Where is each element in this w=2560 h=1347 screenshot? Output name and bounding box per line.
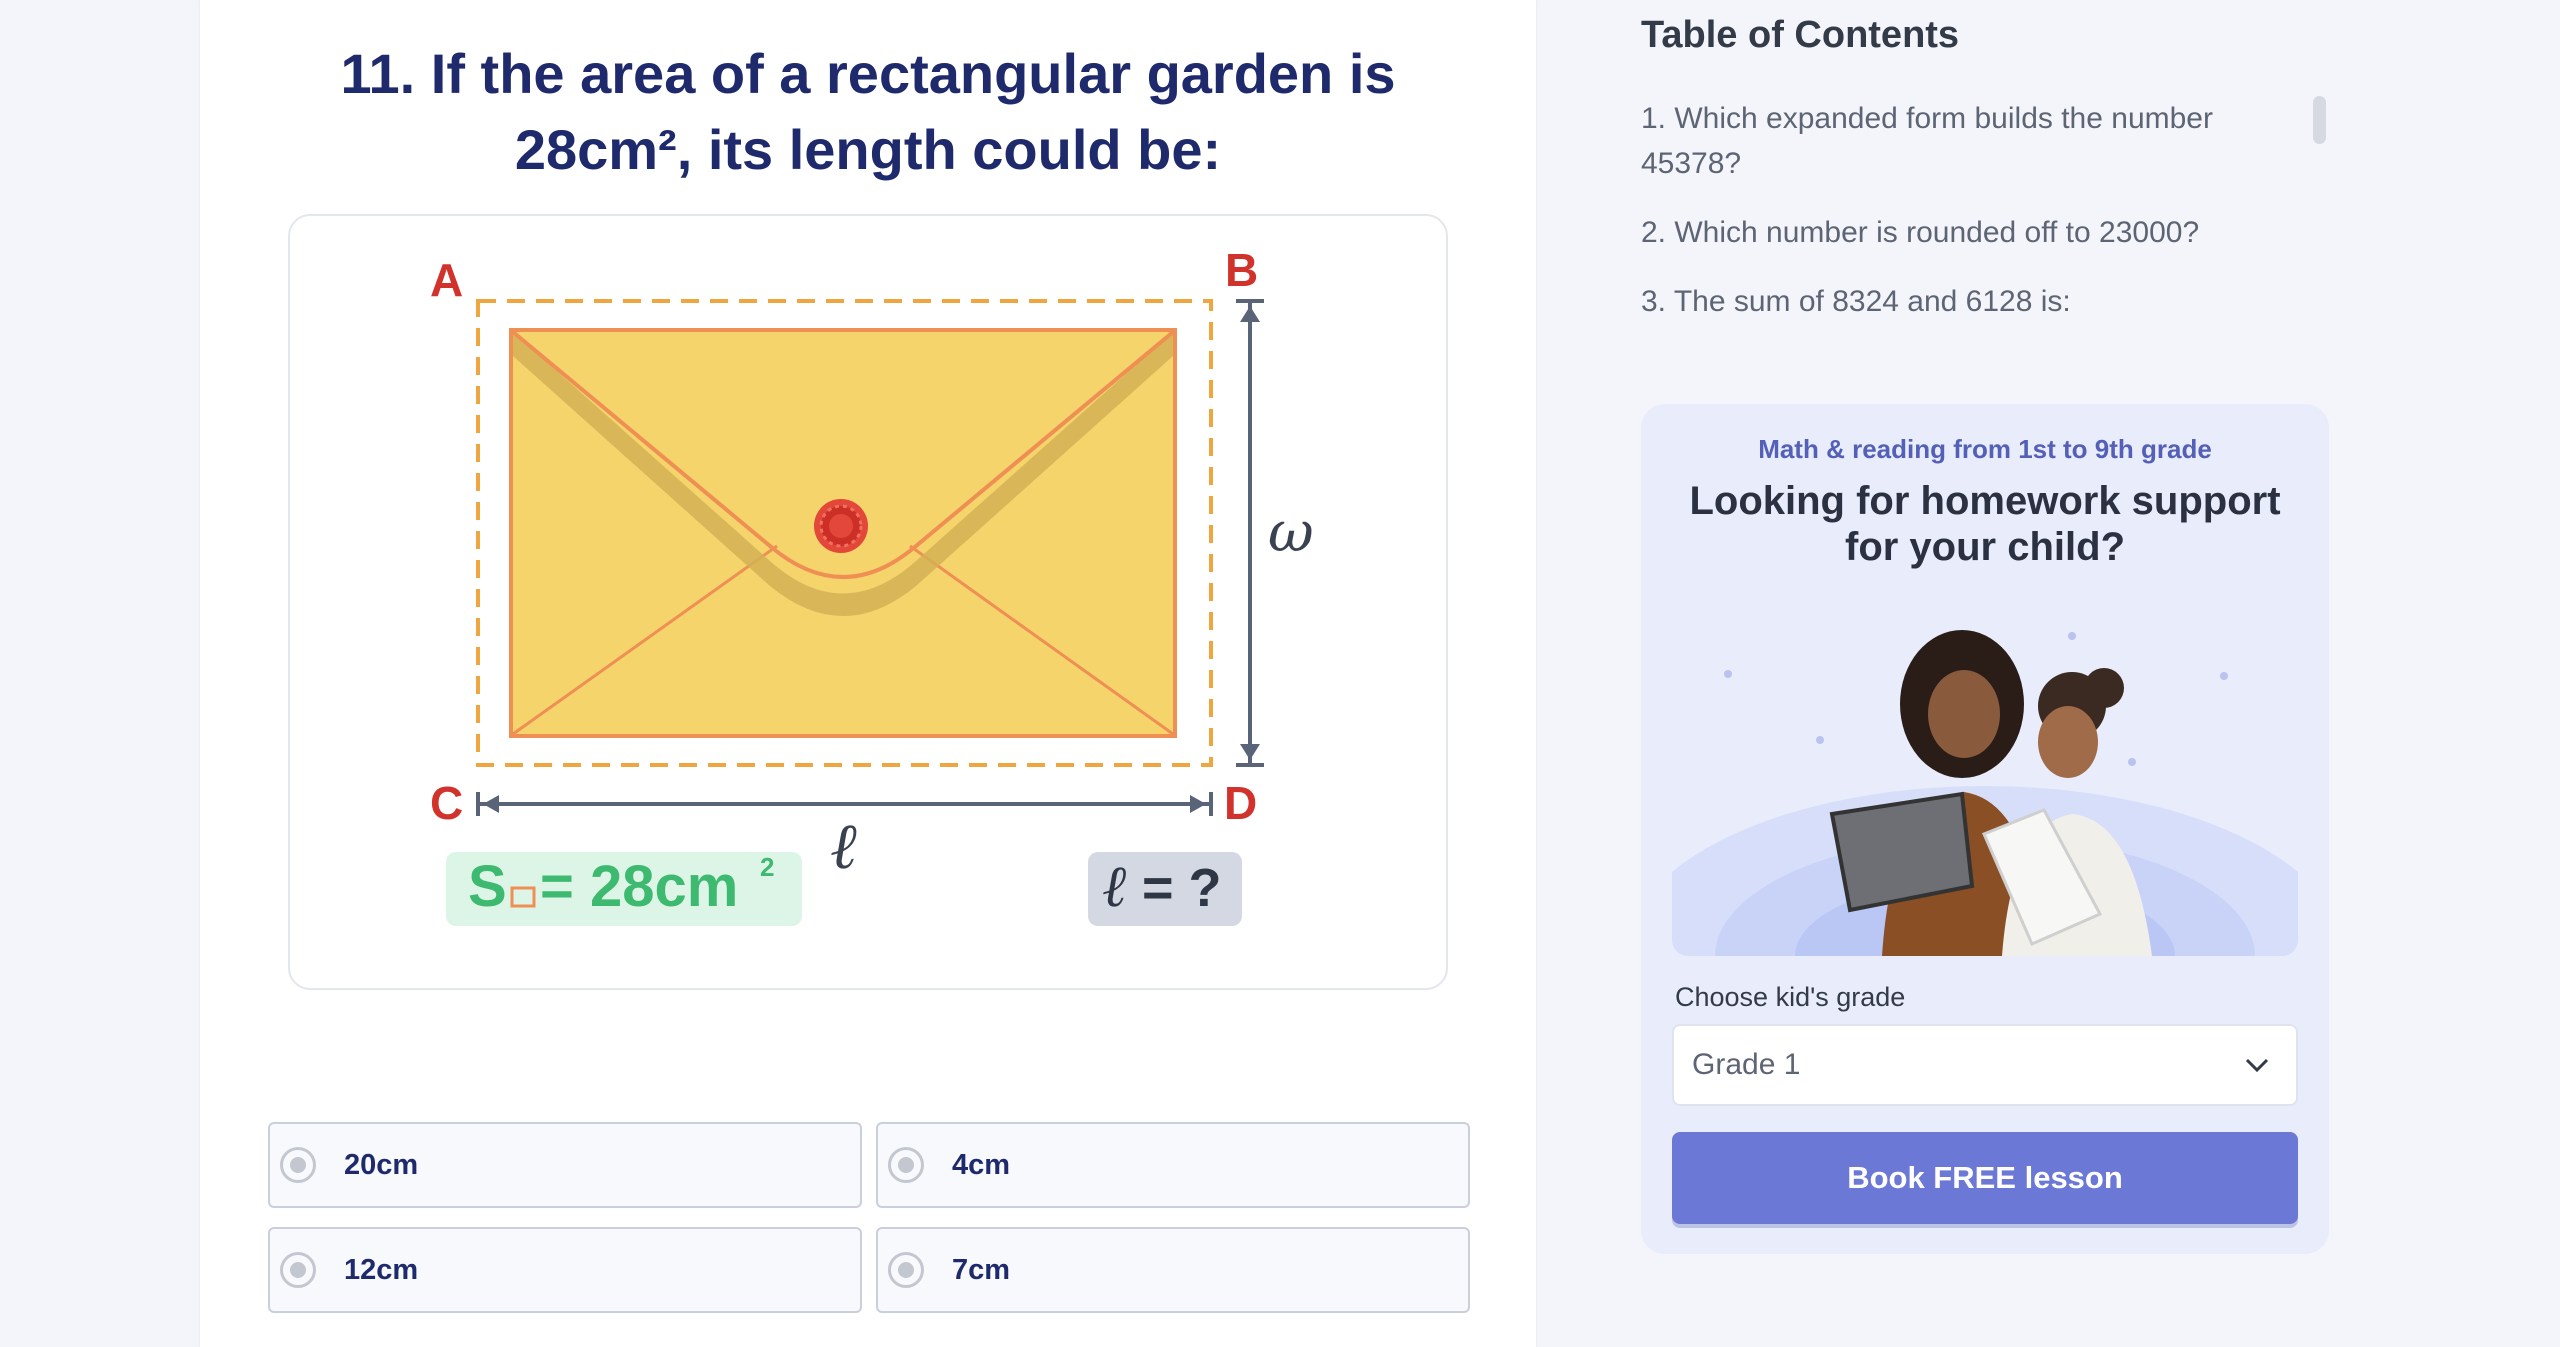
toc-item[interactable]: 3. The sum of 8324 and 6128 is:	[1641, 279, 2281, 324]
toc-scrollbar[interactable]	[2313, 96, 2326, 144]
unknown-rest: = ?	[1142, 858, 1222, 918]
figure-card: A B C D ω ℓ S = 28cm 2 ℓ = ?	[288, 214, 1448, 990]
radio-icon[interactable]	[888, 1252, 924, 1288]
corner-label-b: B	[1225, 244, 1258, 296]
question-title-line1: 11. If the area of a rectangular garden …	[340, 42, 1396, 105]
area-value: = 28cm	[540, 854, 738, 919]
answer-option-4cm[interactable]: 4cm	[876, 1122, 1470, 1208]
question-title-line2: 28cm², its length could be:	[514, 118, 1222, 181]
width-symbol: ω	[1268, 500, 1314, 565]
toc-title: Table of Contents	[1641, 14, 1960, 56]
question-panel: 11. If the area of a rectangular garden …	[200, 0, 1536, 1347]
promo-title: Looking for homework support for your ch…	[1641, 478, 2329, 570]
area-exponent: 2	[760, 852, 774, 882]
answer-option-12cm[interactable]: 12cm	[268, 1227, 862, 1313]
answer-option-7cm[interactable]: 7cm	[876, 1227, 1470, 1313]
corner-label-d: D	[1224, 777, 1257, 829]
parent-child-photo	[1672, 614, 2298, 956]
radio-icon[interactable]	[280, 1147, 316, 1183]
chevron-down-icon	[2245, 1058, 2269, 1073]
length-symbol: ℓ	[830, 810, 857, 884]
radio-icon[interactable]	[280, 1252, 316, 1288]
wax-seal	[814, 499, 868, 553]
promo-card: Math & reading from 1st to 9th grade Loo…	[1641, 404, 2329, 1254]
answer-option-20cm[interactable]: 20cm	[268, 1122, 862, 1208]
question-title: 11. If the area of a rectangular garden …	[200, 36, 1536, 188]
unknown-symbol: ℓ	[1102, 852, 1126, 920]
envelope-figure: A B C D ω ℓ S = 28cm 2 ℓ = ?	[430, 244, 1314, 926]
toc-item[interactable]: 1. Which expanded form builds the number…	[1641, 96, 2281, 186]
grade-select-value: Grade 1	[1692, 1048, 1801, 1081]
promo-subtitle: Math & reading from 1st to 9th grade	[1758, 434, 2212, 464]
corner-label-c: C	[430, 777, 463, 829]
radio-icon[interactable]	[888, 1147, 924, 1183]
corner-label-a: A	[430, 254, 463, 306]
answer-label: 7cm	[952, 1254, 1011, 1286]
grade-select[interactable]: Grade 1	[1672, 1024, 2298, 1106]
toc-list: 1. Which expanded form builds the number…	[1641, 96, 2281, 348]
answer-label: 4cm	[952, 1149, 1011, 1181]
grade-label: Choose kid's grade	[1675, 982, 1906, 1012]
area-label: S	[468, 854, 507, 919]
answer-label: 12cm	[344, 1254, 419, 1286]
toc-item[interactable]: 2. Which number is rounded off to 23000?	[1641, 210, 2281, 255]
answer-label: 20cm	[344, 1149, 419, 1181]
promo-title-line1: Looking for homework support	[1689, 479, 2281, 523]
promo-title-line2: for your child?	[1845, 525, 2125, 569]
book-free-lesson-button[interactable]: Book FREE lesson	[1672, 1132, 2298, 1224]
